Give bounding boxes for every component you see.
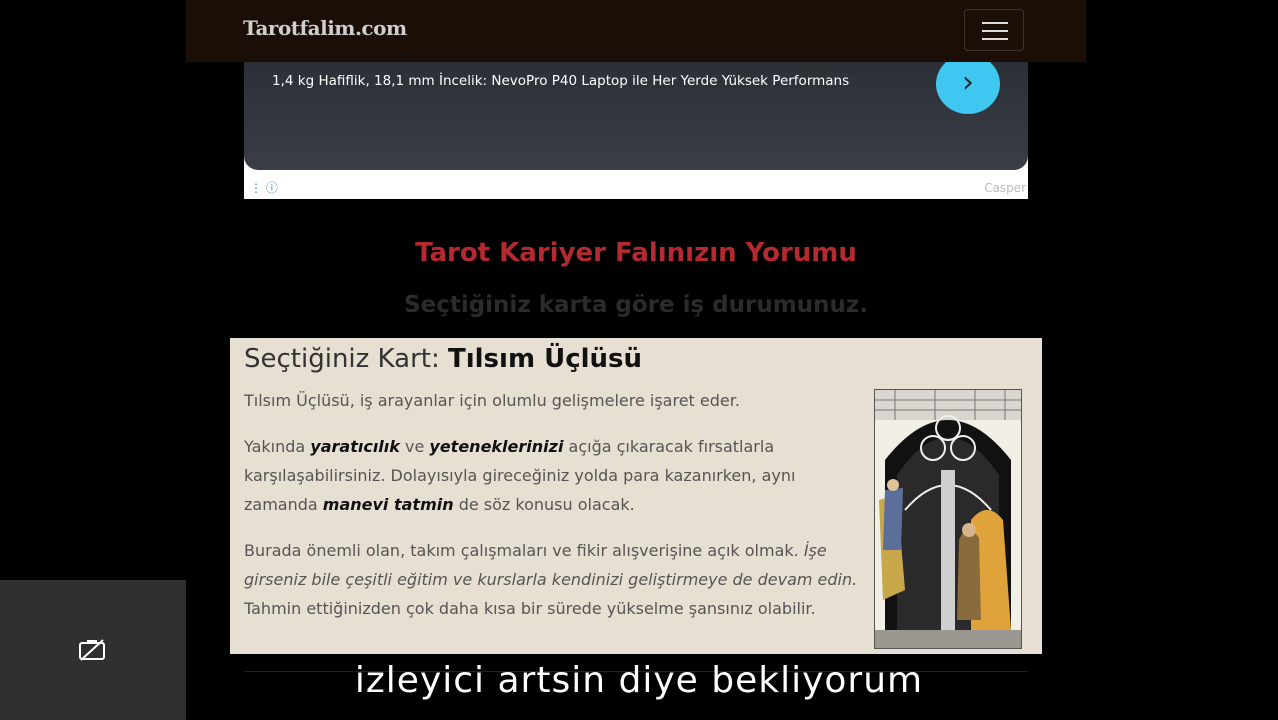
card-result-panel: Seçtiğiniz Kart: Tılsım Üçlüsü Tılsım Üç… [230,338,1042,654]
page-subtitle: Seçtiğiniz karta göre iş durumunuz. [404,292,868,318]
ad-choices-icon[interactable]: ⋮ ⓘ [250,179,278,196]
ad-advertiser-label: Casper [984,181,1026,195]
advertisement-banner[interactable]: 1,4 kg Hafiflik, 18,1 mm İncelik: NevoPr… [244,54,1028,199]
stream-caption: izleyici artsin diye bekliyorum [354,660,924,701]
card-paragraph-2: Yakında yaratıcılık ve yeteneklerinizi a… [244,437,796,514]
card-name: Tılsım Üçlüsü [448,344,643,374]
page-title: Tarot Kariyer Falınızın Yorumu [415,238,857,268]
tarot-card-illustration [875,390,1021,648]
navbar: Tarotfalim.com [186,0,1086,62]
camera-off-icon[interactable] [78,638,106,662]
ad-next-button[interactable]: › [936,54,1000,114]
card-paragraph-1: Tılsım Üçlüsü, iş arayanlar için olumlu … [244,391,740,410]
hamburger-menu-icon[interactable] [964,9,1024,51]
site-logo[interactable]: Tarotfalim.com [243,16,407,40]
three-of-pentacles-card-image [874,389,1022,649]
ad-headline[interactable]: 1,4 kg Hafiflik, 18,1 mm İncelik: NevoPr… [272,73,849,89]
card-heading: Seçtiğiniz Kart: Tılsım Üçlüsü [244,344,642,374]
card-paragraph-3: Burada önemli olan, takım çalışmaları ve… [244,541,858,618]
card-heading-prefix: Seçtiğiniz Kart: [244,344,448,374]
ad-card[interactable]: 1,4 kg Hafiflik, 18,1 mm İncelik: NevoPr… [244,62,1028,170]
